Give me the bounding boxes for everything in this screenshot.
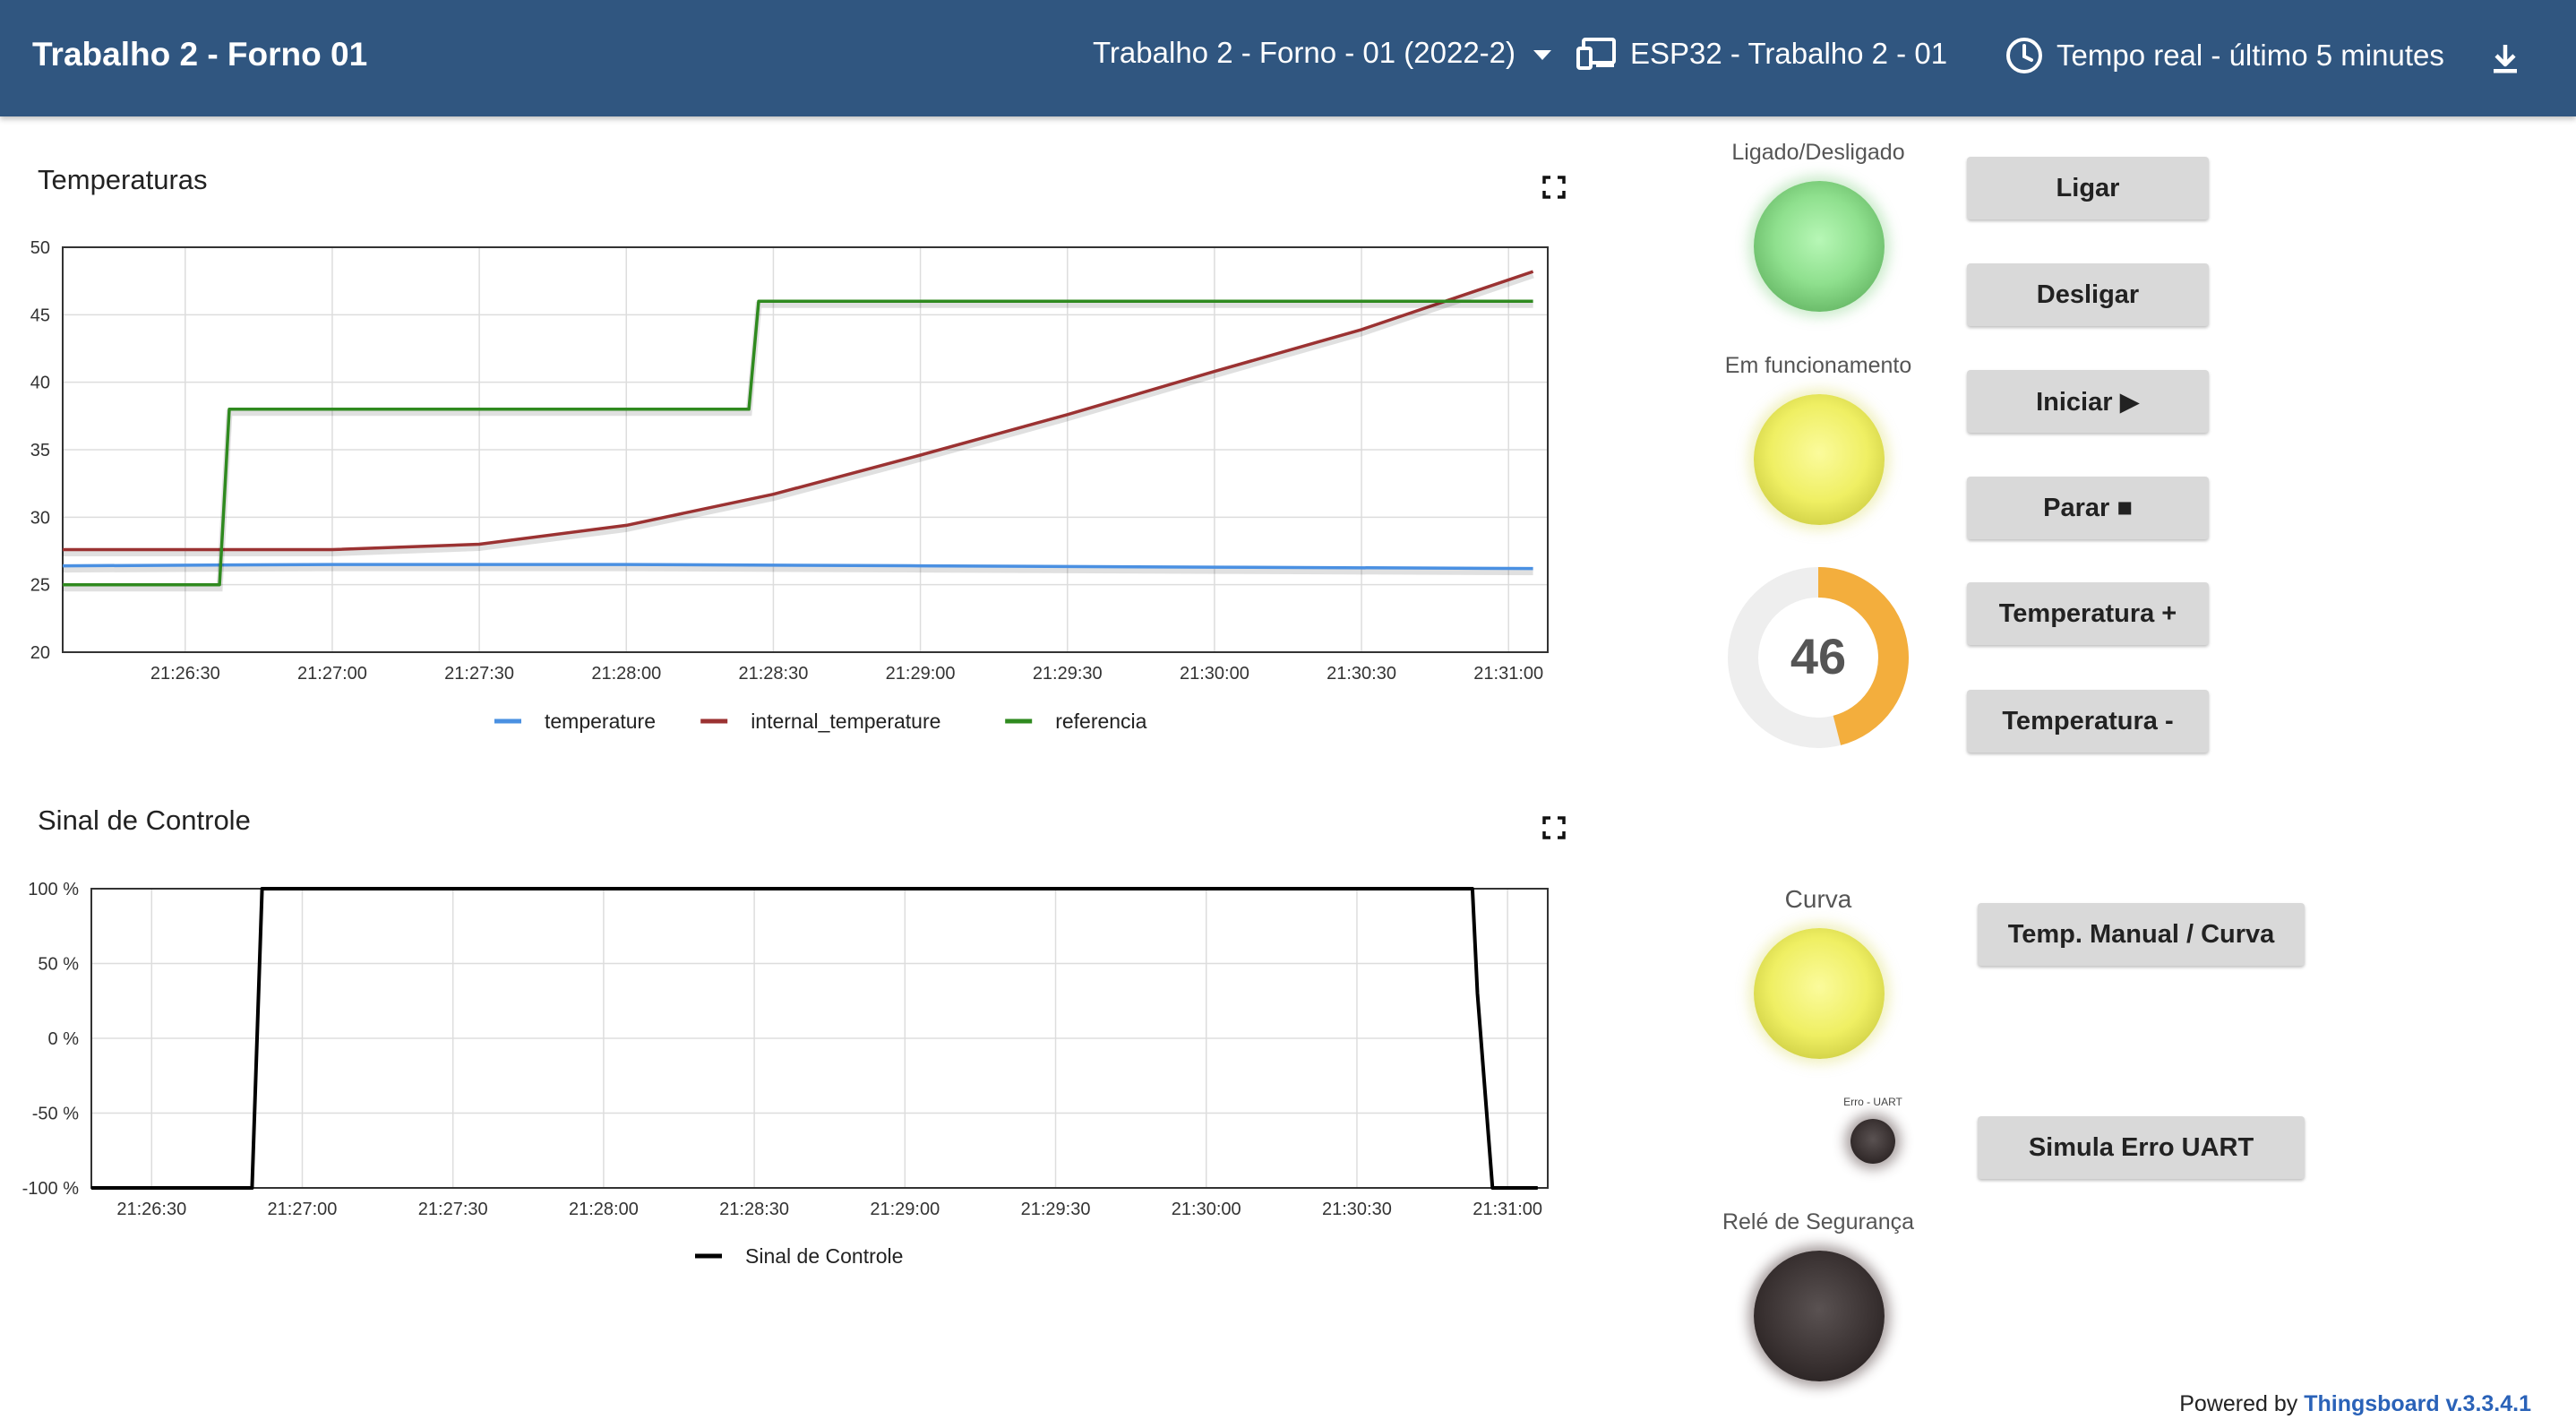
led-label-power: Ligado/Desligado [1731,140,1905,165]
state-selector-label: Trabalho 2 - Forno - 01 (2022-2) [1093,36,1516,69]
x-tick-label: 21:27:00 [268,1200,338,1219]
led-relay-indicator [1754,1251,1885,1381]
led-label-running: Em funcionamento [1724,353,1912,378]
clock-icon [2006,38,2042,73]
x-tick-label: 21:27:30 [418,1200,488,1219]
x-tick-label: 21:29:00 [870,1200,940,1219]
x-tick-label: 21:30:30 [1327,664,1396,684]
fullscreen-icon[interactable] [1542,816,1566,839]
y-tick-label: 40 [30,374,50,393]
y-tick-label: 25 [30,576,50,596]
y-tick-label: 100 % [28,880,79,899]
x-tick-label: 21:27:00 [297,664,367,684]
devices-icon [1576,38,1616,70]
y-tick-label: 50 % [38,955,79,975]
control-widget-title: Sinal de Controle [38,804,251,836]
x-tick-label: 21:30:00 [1180,664,1249,684]
control-signal-chart: 100 % 50 % 0 % -50 % -100 % 21:26:30 21:27:00 2… [22,880,1549,1268]
x-tick-label: 21:28:00 [569,1200,639,1219]
caret-down-icon [1533,49,1552,60]
led-uart-indicator [1850,1119,1895,1164]
y-tick-label: -50 % [32,1105,79,1124]
entity-alias-label: ESP32 - Trabalho 2 - 01 [1630,37,1948,70]
ligar-button[interactable]: Ligar [1967,157,2209,219]
timewindow-button[interactable]: Tempo real - último 5 minutes [2005,36,2444,75]
fullscreen-icon[interactable] [1542,176,1566,199]
legend-label: temperature [545,710,656,733]
x-tick-label: 21:30:30 [1322,1200,1392,1219]
led-label-relay: Relé de Segurança [1722,1209,1915,1234]
y-tick-label: 30 [30,508,50,528]
led-power-indicator [1754,181,1885,312]
y-tick-label: -100 % [22,1179,80,1199]
led-running-indicator [1754,394,1885,525]
x-tick-label: 21:29:00 [886,664,956,684]
legend-label: internal_temperature [751,710,940,733]
x-tick-label: 21:28:30 [739,664,809,684]
y-tick-label: 50 [30,238,50,258]
x-tick-label: 21:29:30 [1033,664,1103,684]
timewindow-label: Tempo real - último 5 minutes [2057,39,2444,72]
x-tick-label: 21:31:00 [1473,664,1543,684]
x-tick-label: 21:29:30 [1021,1200,1091,1219]
y-tick-label: 0 % [48,1029,80,1049]
temp-widget-title: Temperaturas [38,164,208,195]
x-tick-label: 21:28:30 [719,1200,789,1219]
thingsboard-link[interactable]: Thingsboard v.3.3.4.1 [2304,1391,2531,1416]
state-selector[interactable]: Trabalho 2 - Forno - 01 (2022-2) [1093,36,1552,70]
temperature-chart: 50 45 40 35 30 25 20 21:26:30 21:27:00 21:27:30 21… [30,238,1549,733]
x-tick-label: 21:30:00 [1172,1200,1241,1219]
x-tick-label: 21:27:30 [444,664,514,684]
led-label-curve: Curva [1784,885,1852,913]
iniciar-button[interactable]: Iniciar ▶ [1967,370,2209,433]
powered-by: Powered by Thingsboard v.3.3.4.1 [2179,1391,2531,1417]
temperature-gauge: 46 [1728,567,1909,748]
gauge-value: 46 [1790,628,1846,684]
x-tick-label: 21:28:00 [591,664,661,684]
entity-alias-selector[interactable]: ESP32 - Trabalho 2 - 01 [1576,36,1947,72]
y-tick-label: 35 [30,441,50,460]
dashboard-title: Trabalho 2 - Forno 01 [32,36,368,73]
legend-label: Sinal de Controle [745,1244,903,1268]
x-tick-label: 21:26:30 [150,664,220,684]
led-curve-indicator [1754,928,1885,1059]
x-tick-label: 21:31:00 [1473,1200,1542,1219]
y-tick-label: 45 [30,305,50,325]
temperature-minus-button[interactable]: Temperatura - [1967,690,2209,753]
download-icon[interactable] [2486,39,2525,79]
desligar-button[interactable]: Desligar [1967,263,2209,326]
legend-label: referencia [1055,710,1146,733]
simula-erro-uart-button[interactable]: Simula Erro UART [1978,1116,2305,1179]
powered-by-prefix: Powered by [2179,1391,2298,1416]
parar-button[interactable]: Parar ■ [1967,477,2209,539]
y-tick-label: 20 [30,643,50,663]
manual-curve-button[interactable]: Temp. Manual / Curva [1978,903,2305,966]
dashboard-toolbar: Trabalho 2 - Forno 01 Trabalho 2 - Forno… [0,0,2576,116]
led-label-uart: Erro - UART [1843,1096,1902,1108]
x-tick-label: 21:26:30 [116,1200,186,1219]
temperature-plus-button[interactable]: Temperatura + [1967,582,2209,645]
